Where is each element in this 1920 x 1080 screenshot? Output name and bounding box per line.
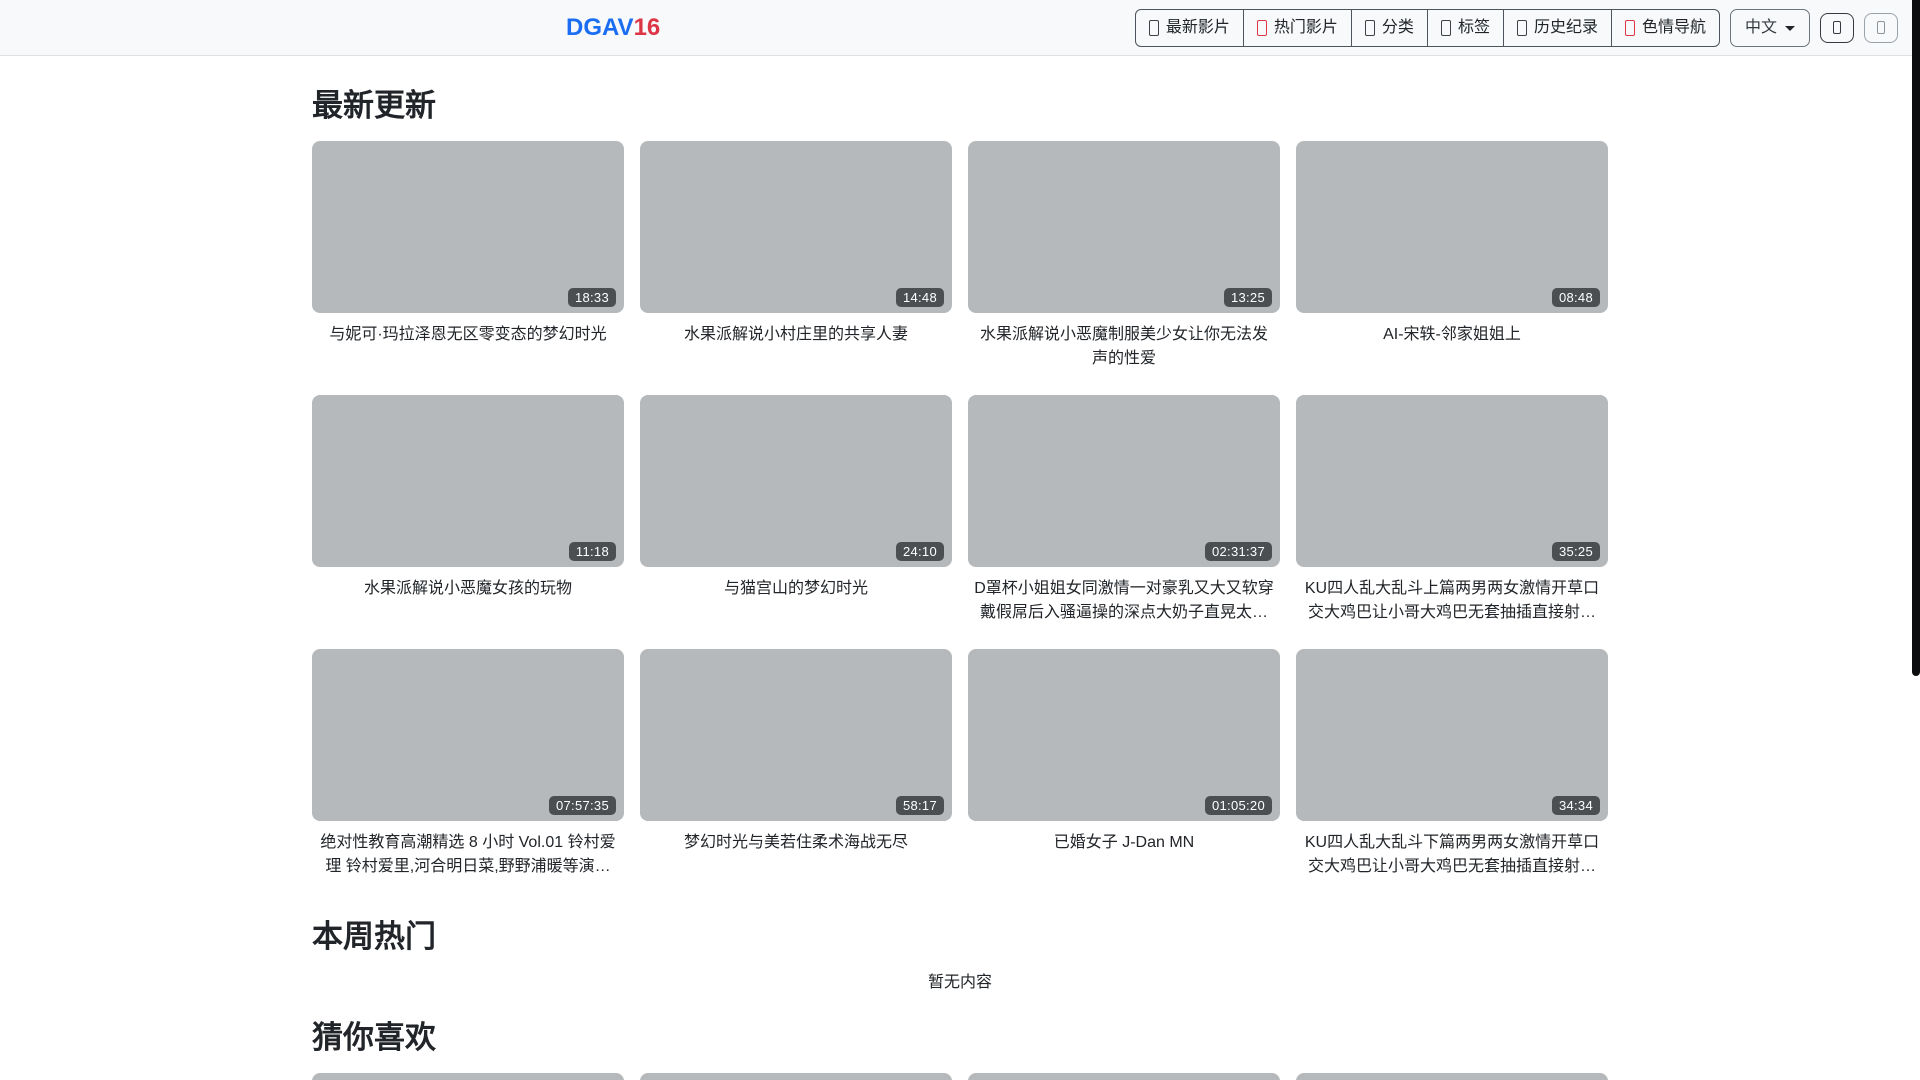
video-thumbnail[interactable] [640, 1072, 952, 1080]
video-title[interactable]: 绝对性教育高潮精选 8 小时 Vol.01 铃村爱理 铃村爱里,河合明日菜,野野… [312, 831, 624, 879]
video-title[interactable]: 水果派解说小恶魔女孩的玩物 [312, 577, 624, 601]
video-thumbnail[interactable]: 02:31:37 [968, 395, 1280, 568]
nav-icon-button-dark[interactable] [1820, 12, 1854, 43]
section-title-latest: 最新更新 [312, 88, 436, 123]
video-card[interactable]: 13:25 水果派解说小恶魔制服美少女让你无法发声的性爱 [968, 141, 1280, 371]
video-title[interactable]: 水果派解说小村庄里的共享人妻 [640, 323, 952, 347]
video-card[interactable] [312, 1072, 624, 1080]
video-card[interactable]: 11:18 水果派解说小恶魔女孩的玩物 [312, 395, 624, 625]
video-card[interactable] [1296, 1072, 1608, 1080]
video-title[interactable]: 与妮可·玛拉泽恩无区零变态的梦幻时光 [312, 323, 624, 347]
video-card[interactable]: 08:48 AI-宋轶-邻家姐姐上 [1296, 141, 1608, 371]
video-card[interactable]: 34:34 KU四人乱大乱斗下篇两男两女激情开草口交大鸡巴让小哥大鸡巴无套抽插直接… [1296, 649, 1608, 879]
video-card[interactable]: 01:05:20 已婚女子 J-Dan MN [968, 649, 1280, 879]
duration-badge: 13:25 [1223, 288, 1272, 308]
duration-badge: 07:57:35 [548, 796, 616, 816]
navbar-actions: 最新影片 热门影片 分类 标签 历史纪录 色情导航 中文 [1134, 8, 1898, 47]
latest-video-grid: 18:33 与妮可·玛拉泽恩无区零变态的梦幻时光 14:48 水果派解说小村庄里的共享… [312, 141, 1608, 879]
section-title-weekly: 本周热门 [312, 919, 436, 955]
video-thumbnail[interactable]: 34:34 [1296, 649, 1608, 822]
nav-button-label: 标签 [1457, 18, 1490, 36]
nav-button-porn-directory[interactable]: 色情导航 [1610, 8, 1720, 47]
video-card[interactable]: 02:31:37 D罩杯小姐姐女同激情一对豪乳又大又软穿戴假屌后入骚逼操的深点大奶… [968, 395, 1280, 625]
video-card[interactable]: 24:10 与猫宫山的梦幻时光 [640, 395, 952, 625]
nav-button-label: 最新影片 [1165, 18, 1230, 36]
duration-badge: 24:10 [895, 542, 944, 562]
nav-icon-button-light[interactable] [1864, 12, 1898, 43]
video-title[interactable]: AI-宋轶-邻家姐姐上 [1296, 323, 1608, 347]
placeholder-glyph-icon [1833, 21, 1841, 34]
video-card[interactable] [640, 1072, 952, 1080]
video-title[interactable]: 与猫宫山的梦幻时光 [640, 577, 952, 601]
video-thumbnail[interactable]: 08:48 [1296, 141, 1608, 314]
duration-badge: 35:25 [1551, 542, 1600, 562]
nav-button-latest-videos[interactable]: 最新影片 [1134, 8, 1244, 47]
film-icon [1148, 19, 1159, 36]
nav-button-tags[interactable]: 标签 [1426, 8, 1504, 47]
video-thumbnail[interactable] [312, 1072, 624, 1080]
duration-badge: 02:31:37 [1204, 542, 1272, 562]
history-icon [1516, 19, 1527, 36]
nav-button-label: 色情导航 [1641, 18, 1706, 36]
nav-button-hot-videos[interactable]: 热门影片 [1242, 8, 1352, 47]
duration-badge: 18:33 [567, 288, 616, 308]
section-title-guess: 猜你喜欢 [312, 1020, 436, 1056]
video-thumbnail[interactable]: 01:05:20 [968, 649, 1280, 822]
video-card[interactable] [968, 1072, 1280, 1080]
tag-icon [1440, 19, 1451, 36]
navbar: DGAV16 最新影片 热门影片 分类 标签 历史纪录 色情导航 中文 [0, 0, 1920, 56]
video-title[interactable]: 梦幻时光与美若住柔术海战无尽 [640, 831, 952, 855]
placeholder-glyph-icon [1877, 21, 1885, 34]
main-content: 最新更新 18:33 与妮可·玛拉泽恩无区零变态的梦幻时光 14:48 水果派解说小村… [312, 87, 1608, 1080]
video-card[interactable]: 35:25 KU四人乱大乱斗上篇两男两女激情开草口交大鸡巴让小哥大鸡巴无套抽插直接… [1296, 395, 1608, 625]
duration-badge: 08:48 [1551, 288, 1600, 308]
video-thumbnail[interactable]: 35:25 [1296, 395, 1608, 568]
video-thumbnail[interactable]: 13:25 [968, 141, 1280, 314]
video-card[interactable]: 58:17 梦幻时光与美若住柔术海战无尽 [640, 649, 952, 879]
language-label: 中文 [1744, 18, 1777, 36]
video-card[interactable]: 14:48 水果派解说小村庄里的共享人妻 [640, 141, 952, 371]
video-thumbnail[interactable]: 11:18 [312, 395, 624, 568]
guess-video-grid [312, 1072, 1608, 1080]
brand-logo[interactable]: DGAV16 [566, 14, 660, 42]
language-dropdown[interactable]: 中文 [1729, 8, 1810, 47]
nav-button-categories[interactable]: 分类 [1350, 8, 1428, 47]
chevron-down-icon [1785, 26, 1795, 31]
video-thumbnail[interactable]: 07:57:35 [312, 649, 624, 822]
compass-icon [1624, 19, 1635, 36]
nav-button-label: 热门影片 [1273, 18, 1338, 36]
video-title[interactable]: KU四人乱大乱斗下篇两男两女激情开草口交大鸡巴让小哥大鸡巴无套抽插直接射进骚逼里… [1296, 831, 1608, 879]
nav-button-group: 最新影片 热门影片 分类 标签 历史纪录 色情导航 [1134, 8, 1720, 47]
duration-badge: 01:05:20 [1204, 796, 1272, 816]
category-icon [1364, 19, 1375, 36]
video-title[interactable]: D罩杯小姐姐女同激情一对豪乳又大又软穿戴假屌后入骚逼操的深点大奶子直晃太骚了. [968, 577, 1280, 625]
brand-name: DGAV [566, 13, 634, 41]
video-thumbnail[interactable]: 14:48 [640, 141, 952, 314]
video-card[interactable]: 07:57:35 绝对性教育高潮精选 8 小时 Vol.01 铃村爱理 铃村爱里,… [312, 649, 624, 879]
video-title[interactable]: 水果派解说小恶魔制服美少女让你无法发声的性爱 [968, 323, 1280, 371]
video-card[interactable]: 18:33 与妮可·玛拉泽恩无区零变态的梦幻时光 [312, 141, 624, 371]
duration-badge: 58:17 [895, 796, 944, 816]
fire-icon [1256, 19, 1267, 36]
brand-suffix: 16 [633, 13, 661, 41]
video-thumbnail[interactable]: 18:33 [312, 141, 624, 314]
nav-button-history[interactable]: 历史纪录 [1502, 8, 1612, 47]
nav-button-label: 分类 [1381, 18, 1414, 36]
video-thumbnail[interactable]: 24:10 [640, 395, 952, 568]
duration-badge: 34:34 [1551, 796, 1600, 816]
video-thumbnail[interactable] [968, 1072, 1280, 1080]
empty-state-text: 暂无内容 [927, 974, 992, 992]
scrollbar[interactable] [1912, 0, 1920, 676]
video-title[interactable]: KU四人乱大乱斗上篇两男两女激情开草口交大鸡巴让小哥大鸡巴无套抽插直接射进骚逼里… [1296, 577, 1608, 625]
video-title[interactable]: 已婚女子 J-Dan MN [968, 831, 1280, 855]
video-thumbnail[interactable]: 58:17 [640, 649, 952, 822]
duration-badge: 14:48 [895, 288, 944, 308]
duration-badge: 11:18 [568, 542, 616, 562]
video-thumbnail[interactable] [1296, 1072, 1608, 1080]
nav-button-label: 历史纪录 [1533, 18, 1598, 36]
